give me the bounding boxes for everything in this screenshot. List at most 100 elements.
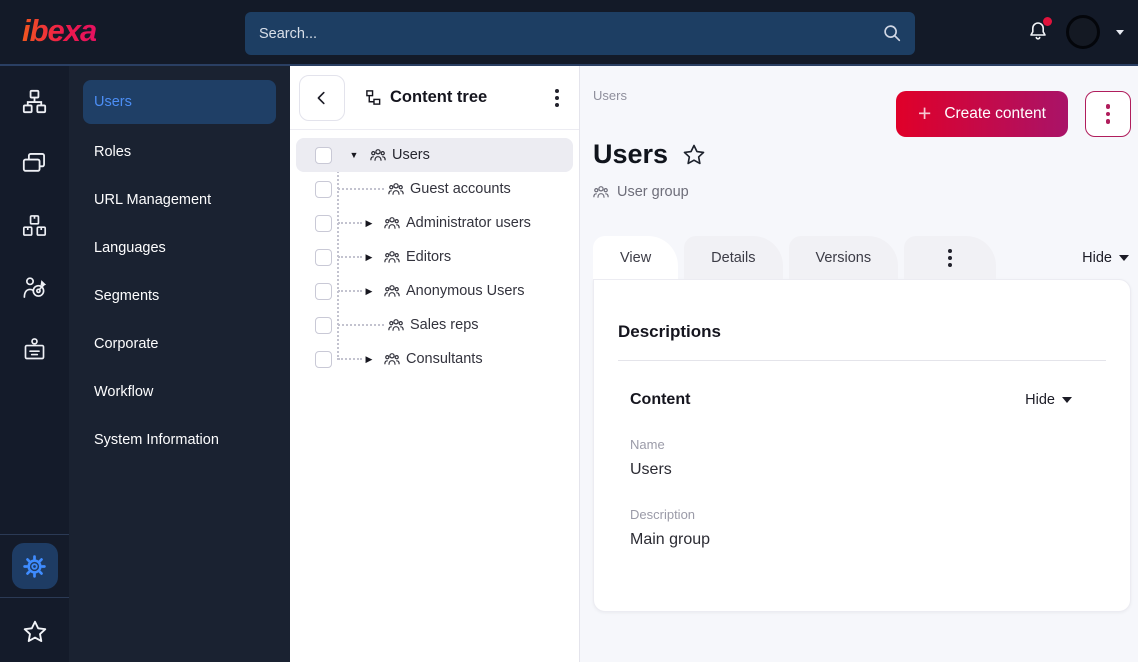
- tree-row-guest-accounts[interactable]: Guest accounts: [296, 172, 573, 206]
- field-value: Users: [630, 461, 672, 478]
- user-group-icon: [388, 181, 404, 197]
- tabs-row: View Details Versions Hide: [593, 236, 1131, 279]
- topbar: ibexa: [0, 0, 1138, 66]
- content-pages-icon[interactable]: [13, 141, 57, 185]
- tree-row-administrator-users[interactable]: ▶ Administrator users: [296, 206, 573, 240]
- tree-row-consultants[interactable]: ▶ Consultants: [296, 342, 573, 376]
- tree-checkbox[interactable]: [315, 214, 332, 232]
- content-tree-title: Content tree: [390, 88, 488, 106]
- bookmark-star-icon[interactable]: [681, 142, 707, 168]
- sidebar-item-workflow[interactable]: Workflow: [69, 368, 290, 416]
- tab-versions[interactable]: Versions: [788, 236, 899, 279]
- content-structure-icon[interactable]: [13, 79, 57, 123]
- user-group-icon: [593, 184, 609, 200]
- admin-sidebar: Users Roles URL Management Languages Seg…: [69, 66, 290, 662]
- caret-down-icon: [1062, 397, 1072, 403]
- user-group-icon: [388, 317, 404, 333]
- field-label: Description: [630, 507, 696, 522]
- search-input[interactable]: [245, 12, 915, 55]
- main-actions: + Create content: [895, 91, 1131, 137]
- icon-rail: [0, 66, 69, 662]
- tree-connector: [338, 358, 362, 360]
- hide-section-toggle[interactable]: Hide: [1025, 392, 1072, 408]
- notification-badge: [1043, 17, 1052, 26]
- plus-icon: +: [917, 99, 932, 126]
- content-tree-icon: [366, 90, 381, 105]
- caret-down-icon: [1119, 254, 1129, 261]
- sidebar-item-languages[interactable]: Languages: [69, 224, 290, 272]
- tree-row-anonymous-users[interactable]: ▶ Anonymous Users: [296, 274, 573, 308]
- expand-arrow-icon[interactable]: ▶: [363, 286, 375, 297]
- tree-row-sales-reps[interactable]: Sales reps: [296, 308, 573, 342]
- sidebar-item-roles[interactable]: Roles: [69, 128, 290, 176]
- content-tree-body: ▼ Users Guest accounts ▶ Administrator u…: [290, 130, 579, 662]
- user-menu-caret-icon[interactable]: [1116, 29, 1124, 35]
- sidebar-item-url-management[interactable]: URL Management: [69, 176, 290, 224]
- content-tree-panel: Content tree ▼ Users Guest accounts ▶ Ad…: [290, 66, 580, 662]
- title-row: Users: [593, 139, 1131, 170]
- chevron-left-icon: [317, 91, 325, 104]
- content-section: Content Hide Name Users Description Main…: [618, 361, 1106, 549]
- field-description: Description Main group: [630, 507, 1072, 549]
- customer-segments-icon[interactable]: [13, 265, 57, 309]
- field-label: Name: [630, 437, 665, 452]
- create-content-button[interactable]: + Create content: [895, 91, 1068, 137]
- search-icon[interactable]: [881, 22, 903, 44]
- view-tab-card: Descriptions Content Hide Name Users Des…: [593, 279, 1131, 612]
- collapse-arrow-icon[interactable]: ▼: [348, 150, 360, 160]
- topbar-right: [1026, 0, 1124, 64]
- admin-settings-active[interactable]: [11, 543, 58, 589]
- sidebar-item-system-information[interactable]: System Information: [69, 416, 290, 464]
- rail-divider: [0, 597, 69, 598]
- rail-divider: [0, 534, 69, 535]
- field-value: Main group: [630, 531, 711, 548]
- notifications-bell-icon[interactable]: [1026, 17, 1052, 45]
- tree-checkbox[interactable]: [315, 180, 332, 198]
- tab-view[interactable]: View: [593, 236, 679, 279]
- expand-arrow-icon[interactable]: ▶: [363, 252, 375, 263]
- content-section-heading: Content: [630, 391, 691, 408]
- product-catalog-icon[interactable]: [13, 203, 57, 247]
- tree-connector: [338, 290, 362, 292]
- tree-connector: [338, 324, 384, 326]
- user-group-icon: [370, 147, 386, 163]
- tree-connector: [338, 188, 384, 190]
- tree-connector: [338, 222, 362, 224]
- content-type-label: User group: [593, 184, 1131, 200]
- content-tree-header: Content tree: [290, 66, 579, 130]
- sidebar-item-segments[interactable]: Segments: [69, 272, 290, 320]
- main-content: Users + Create content Users User group …: [580, 66, 1138, 662]
- corporate-badge-icon[interactable]: [13, 327, 57, 371]
- bookmarks-star-icon[interactable]: [21, 618, 49, 646]
- ibexa-logo[interactable]: ibexa: [22, 13, 97, 49]
- user-avatar[interactable]: [1066, 15, 1100, 49]
- kebab-dots-icon: [942, 243, 958, 273]
- content-options-kebab-button[interactable]: [1085, 91, 1131, 137]
- tree-checkbox[interactable]: [315, 350, 332, 368]
- collapse-panel-button[interactable]: [299, 74, 345, 121]
- tree-checkbox[interactable]: [315, 146, 332, 164]
- sidebar-item-corporate[interactable]: Corporate: [69, 320, 290, 368]
- settings-gear-icon: [23, 554, 46, 578]
- user-group-icon: [384, 249, 400, 265]
- descriptions-heading: Descriptions: [618, 322, 721, 341]
- tree-row-editors[interactable]: ▶ Editors: [296, 240, 573, 274]
- user-group-icon: [384, 283, 400, 299]
- tree-options-kebab-icon[interactable]: [549, 83, 565, 113]
- hide-all-toggle[interactable]: Hide: [1082, 250, 1129, 266]
- tree-row-users[interactable]: ▼ Users: [296, 138, 573, 172]
- tab-more-kebab-icon[interactable]: [904, 236, 997, 279]
- user-group-icon: [384, 215, 400, 231]
- tree-checkbox[interactable]: [315, 282, 332, 300]
- page-title: Users: [593, 139, 669, 169]
- user-group-icon: [384, 351, 400, 367]
- expand-arrow-icon[interactable]: ▶: [363, 218, 375, 229]
- tree-checkbox[interactable]: [315, 316, 332, 334]
- tab-details[interactable]: Details: [684, 236, 783, 279]
- expand-arrow-icon[interactable]: ▶: [363, 354, 375, 365]
- field-name: Name Users: [630, 437, 1072, 479]
- tree-connector: [338, 256, 362, 258]
- tree-checkbox[interactable]: [315, 248, 332, 266]
- sidebar-item-users[interactable]: Users: [83, 80, 276, 124]
- global-search: [245, 12, 915, 55]
